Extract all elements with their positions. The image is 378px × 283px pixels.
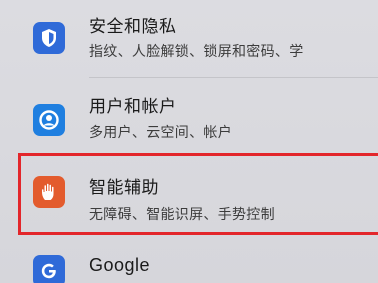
settings-item-title: Google	[89, 255, 151, 275]
settings-item-users-accounts[interactable]: 用户和帐户 多用户、云空间、帐户	[0, 78, 378, 154]
settings-item-security-privacy[interactable]: 安全和隐私 指纹、人脸解锁、锁屏和密码、学	[0, 0, 378, 78]
highlight-box	[18, 153, 378, 235]
settings-item-google[interactable]: Google	[0, 240, 378, 283]
settings-item-subtitle: 指纹、人脸解锁、锁屏和密码、学	[89, 44, 304, 60]
settings-screen: 安全和隐私 指纹、人脸解锁、锁屏和密码、学 用户和帐户 多用户、云空间、帐户 智…	[0, 0, 378, 283]
settings-item-subtitle: 多用户、云空间、帐户	[89, 125, 232, 141]
settings-item-title: 安全和隐私	[89, 17, 177, 37]
shield-icon	[33, 22, 65, 54]
google-icon	[33, 255, 65, 283]
settings-item-title: 用户和帐户	[89, 97, 177, 117]
user-account-icon	[33, 104, 65, 136]
